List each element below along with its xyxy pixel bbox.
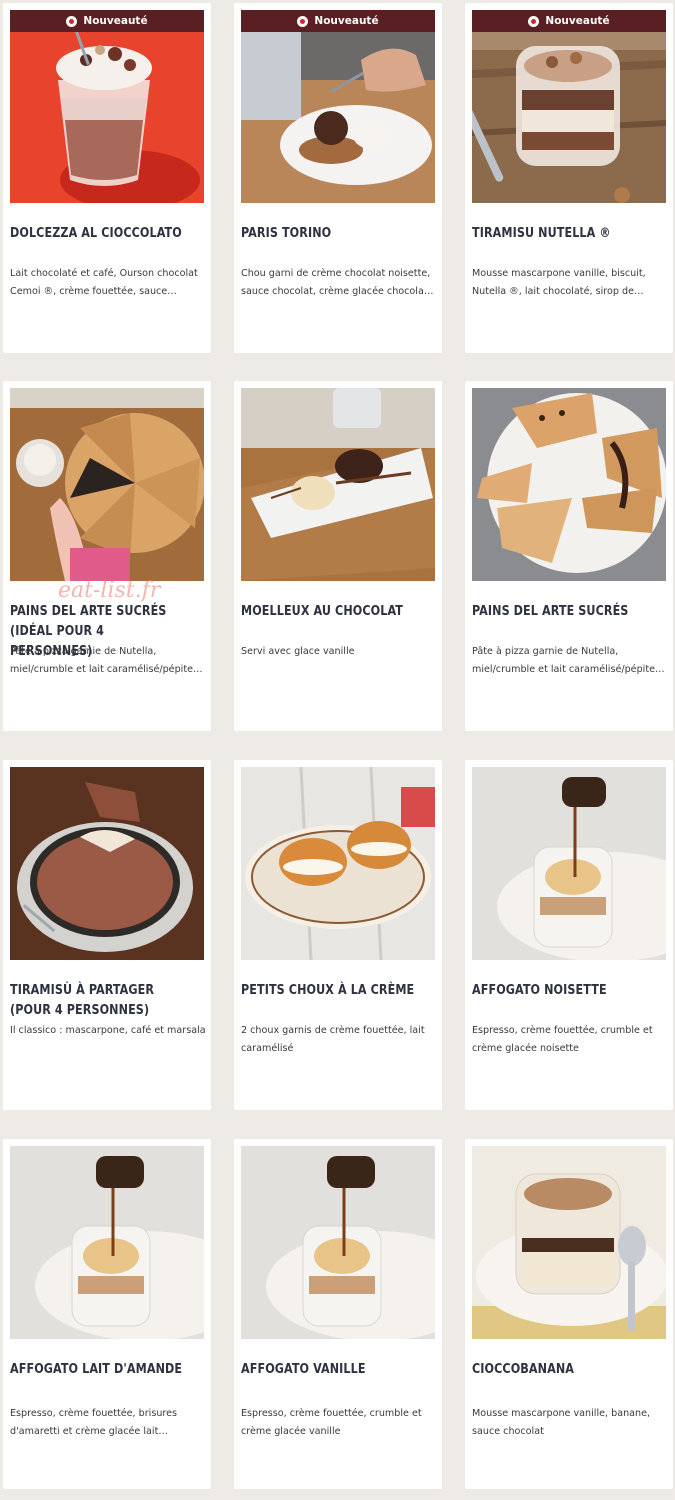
product-title: Affogato vanille (241, 1361, 366, 1377)
product-title: Tiramisù à partager (pour 4 personnes) (10, 982, 155, 1018)
product-card[interactable]: Petits choux à la crème 2 choux garnis d… (234, 760, 442, 1110)
sweet-pizza-board-icon (10, 388, 204, 581)
product-card[interactable]: Tiramisù à partager (pour 4 personnes) I… (3, 760, 211, 1110)
new-badge-icon (297, 15, 309, 27)
product-description: Pâte à pizza garnie de Nutella, miel/cru… (10, 646, 203, 675)
affogato-glass-icon (241, 1146, 435, 1339)
product-description: Espresso, crème fouettée, crumble et crè… (472, 1025, 653, 1054)
product-title: Dolcezza al Cioccolato (10, 225, 182, 241)
dessert-jar-spoon-icon (472, 1146, 666, 1339)
product-title: Tiramisu Nutella ® (472, 225, 611, 241)
hot-chocolate-glass-icon: Nouveauté (10, 10, 204, 203)
product-description: Pâte à pizza garnie de Nutella, miel/cru… (472, 646, 665, 675)
product-title: Cioccobanana (472, 1361, 575, 1377)
product-card[interactable]: Moelleux au chocolat Servi avec glace va… (234, 381, 442, 731)
product-card[interactable]: Pains del Arte sucrés (idéal pour 4 pers… (3, 381, 211, 731)
affogato-glass-icon (10, 1146, 204, 1339)
product-card[interactable]: Affogato noisette Espresso, crème fouett… (465, 760, 673, 1110)
product-description: Mousse mascarpone vanille, banane, sauce… (472, 1408, 651, 1437)
new-badge: Nouveauté (241, 10, 435, 32)
product-description: Mousse mascarpone vanille, biscuit, Nute… (472, 268, 646, 297)
tiramisu-jar-icon: Nouveauté (472, 10, 666, 203)
product-description: Chou garni de crème chocolat noisette, s… (241, 268, 434, 297)
product-card[interactable]: Affogato lait d'amande Espresso, crème f… (3, 1139, 211, 1489)
product-title: Paris Torino (241, 225, 332, 241)
new-badge-icon (528, 15, 540, 27)
affogato-glass-icon (472, 767, 666, 960)
product-card[interactable]: Nouveauté Paris Torino Chou garni de crè… (234, 3, 442, 353)
product-card[interactable]: Nouveauté Dolcezza al Cioccolato Lait ch… (3, 3, 211, 353)
product-title: Pains del Arte sucrés (472, 603, 629, 619)
lava-cake-plate-icon (241, 388, 435, 581)
new-badge-icon (66, 15, 78, 27)
tiramisu-dish-icon (10, 767, 204, 960)
product-card[interactable]: Nouveauté Tiramisu Nutella ® Mousse masc… (465, 3, 673, 353)
product-description: 2 choux garnis de crème fouettée, lait c… (241, 1025, 425, 1054)
product-card[interactable]: Pains del Arte sucrés Pâte à pizza garni… (465, 381, 673, 731)
product-description: Il classico : mascarpone, café et marsal… (10, 1025, 206, 1036)
new-badge: Nouveauté (10, 10, 204, 32)
product-title: Petits choux à la crème (241, 982, 415, 998)
product-description: Espresso, crème fouettée, brisures d'ama… (10, 1408, 178, 1437)
cream-puffs-plate-icon (241, 767, 435, 960)
product-grid: Nouveauté Dolcezza al Cioccolato Lait ch… (0, 0, 675, 1500)
product-card[interactable]: Cioccobanana Mousse mascarpone vanille, … (465, 1139, 673, 1489)
product-title: Affogato lait d'amande (10, 1361, 183, 1377)
product-card[interactable]: Affogato vanille Espresso, crème fouetté… (234, 1139, 442, 1489)
product-description: Espresso, crème fouettée, crumble et crè… (241, 1408, 422, 1437)
product-description: Servi avec glace vanille (241, 646, 355, 657)
choux-plate-icon: Nouveauté (241, 10, 435, 203)
product-title: Moelleux au chocolat (241, 603, 403, 619)
new-badge: Nouveauté (472, 10, 666, 32)
sweet-bread-plate-icon (472, 388, 666, 581)
product-description: Lait chocolaté et café, Ourson chocolat … (10, 268, 198, 297)
product-title: Affogato noisette (472, 982, 607, 998)
